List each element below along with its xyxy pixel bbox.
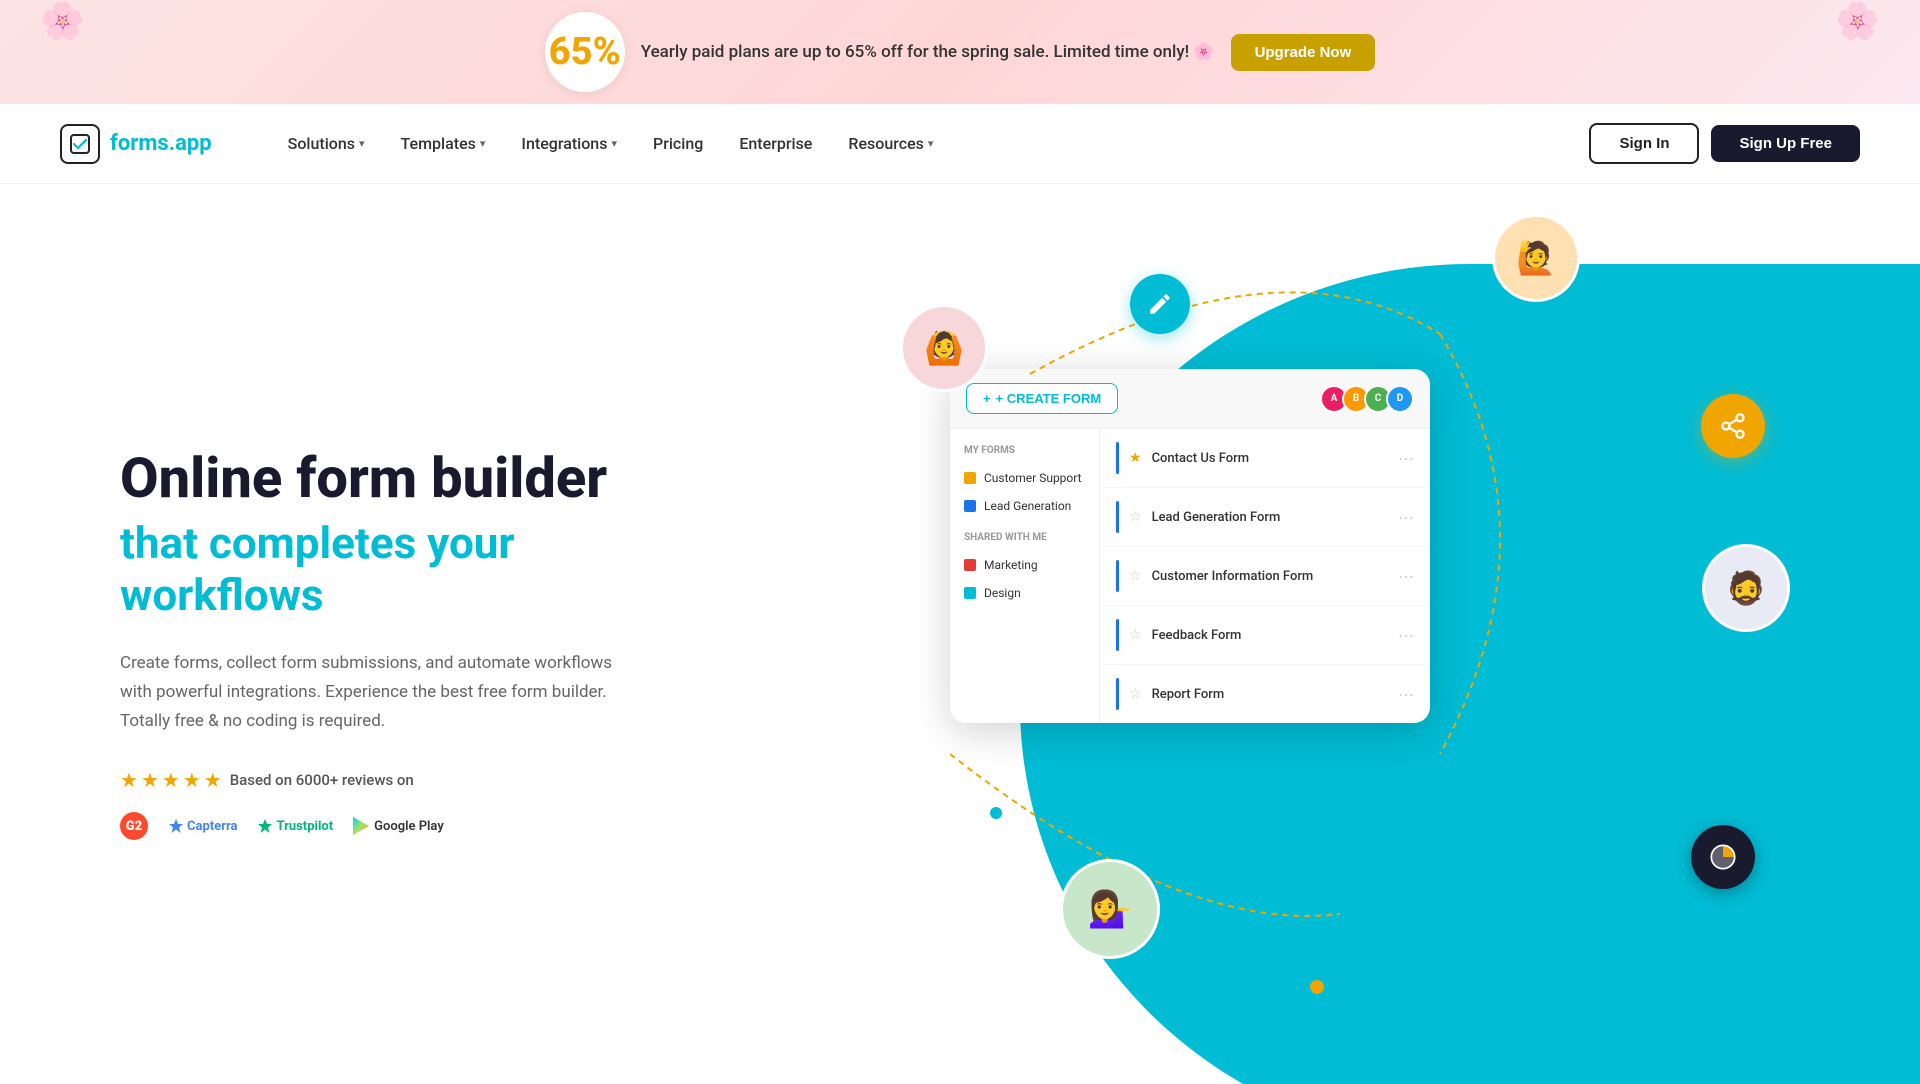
trustpilot-logo: Trustpilot (257, 818, 333, 834)
star-rating: ★ ★ ★ ★ ★ (120, 768, 222, 792)
star-3: ★ (162, 768, 180, 792)
dots-grid-2 (1606, 987, 1670, 1014)
pencil-icon-button[interactable] (1130, 274, 1190, 334)
star-4: ★ (183, 768, 201, 792)
hero-section: Online form builder that completes your … (0, 184, 1920, 1084)
chevron-down-icon: ▾ (611, 137, 617, 150)
g2-badge: G2 (120, 812, 148, 840)
rating-row: ★ ★ ★ ★ ★ Based on 6000+ reviews on (120, 768, 720, 792)
chevron-down-icon: ▾ (359, 137, 365, 150)
chart-icon-button[interactable] (1691, 825, 1755, 889)
avatar-person-1: 🙆 (900, 304, 988, 392)
avatar-person-4: 💁‍♀️ (1060, 859, 1160, 959)
nav-templates[interactable]: Templates ▾ (385, 126, 502, 161)
nav-actions: Sign In Sign Up Free (1589, 123, 1860, 164)
signup-button[interactable]: Sign Up Free (1711, 125, 1860, 162)
chevron-down-icon: ▾ (928, 137, 934, 150)
nav-solutions[interactable]: Solutions ▾ (272, 126, 381, 161)
nav-resources[interactable]: Resources ▾ (832, 126, 949, 161)
star-1: ★ (120, 768, 138, 792)
banner-text: Yearly paid plans are up to 65% off for … (641, 42, 1215, 62)
hero-visual: .arc-dash{stroke:#f0a500;stroke-width:2;… (820, 184, 1920, 1084)
hero-subtitle: that completes your workflows (120, 517, 720, 621)
rating-text: Based on 6000+ reviews on (230, 771, 414, 789)
nav-pricing[interactable]: Pricing (637, 126, 719, 161)
chevron-down-icon: ▾ (480, 137, 486, 150)
logo[interactable]: forms.app (60, 124, 212, 164)
nav-links: Solutions ▾ Templates ▾ Integrations ▾ P… (272, 126, 1590, 161)
g2-logo: G2 (120, 812, 148, 840)
googleplay-logo: Google Play (353, 817, 444, 835)
main-nav: forms.app Solutions ▾ Templates ▾ Integr… (0, 104, 1920, 184)
flower-right-icon: 🌸 (1835, 0, 1880, 42)
signin-button[interactable]: Sign In (1589, 123, 1699, 164)
nav-integrations[interactable]: Integrations ▾ (505, 126, 633, 161)
flower-left-icon: 🌸 (40, 0, 85, 42)
avatar-person-3: 🧔 (1702, 544, 1790, 632)
share-icon-button[interactable] (1701, 394, 1765, 458)
star-5: ★ (204, 768, 222, 792)
capterra-logo: Capterra (168, 818, 237, 834)
discount-percent: 65% (545, 12, 625, 92)
review-logos: G2 Capterra Trustpilot Goo (120, 812, 720, 840)
hero-content: Online form builder that completes your … (120, 448, 720, 840)
nav-enterprise[interactable]: Enterprise (723, 126, 828, 161)
star-2: ★ (141, 768, 159, 792)
avatar-person-2: 🙋 (1492, 214, 1580, 302)
upgrade-now-button[interactable]: Upgrade Now (1231, 34, 1376, 71)
logo-icon (60, 124, 100, 164)
logo-text: forms.app (110, 131, 212, 156)
hero-title: Online form builder (120, 448, 720, 510)
promo-banner: 🌸 65% Yearly paid plans are up to 65% of… (0, 0, 1920, 104)
hero-description: Create forms, collect form submissions, … (120, 649, 640, 736)
